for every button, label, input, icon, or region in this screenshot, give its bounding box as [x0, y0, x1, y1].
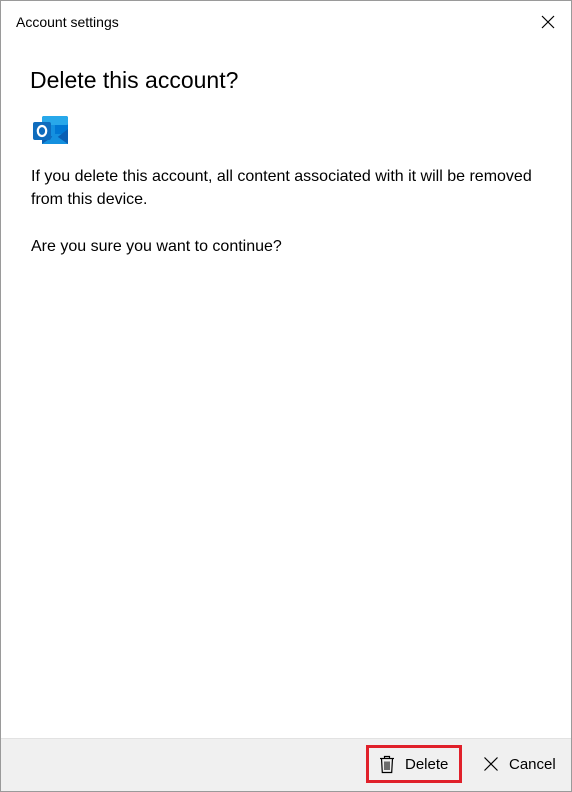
dialog-heading: Delete this account? [30, 67, 239, 93]
cancel-button[interactable]: Cancel [479, 745, 563, 783]
dialog-message: If you delete this account, all content … [31, 168, 532, 208]
trash-icon [380, 755, 394, 773]
close-icon [541, 15, 555, 29]
cancel-button-label: Cancel [509, 755, 556, 773]
dialog-confirm-question: Are you sure you want to continue? [31, 238, 282, 255]
delete-button-label: Delete [405, 755, 449, 773]
close-button[interactable] [525, 1, 571, 43]
x-icon [484, 757, 498, 771]
dialog-footer: Delete Cancel [1, 738, 571, 791]
account-settings-window: Account settings Delete this account? If… [0, 0, 572, 792]
delete-button[interactable]: Delete [366, 745, 462, 783]
window-title: Account settings [16, 14, 119, 30]
title-bar: Account settings [1, 1, 571, 43]
outlook-icon [32, 113, 70, 149]
